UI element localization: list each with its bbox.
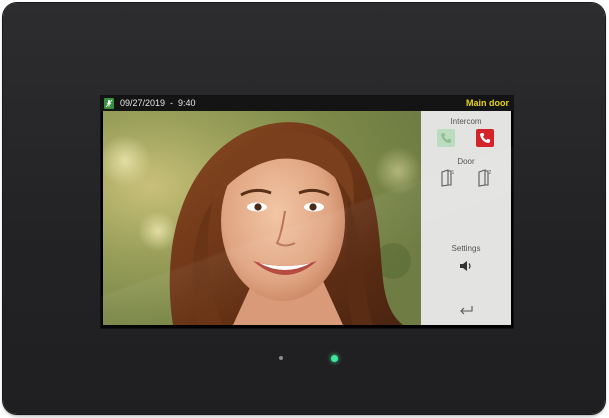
speaker-volume-icon (460, 261, 471, 271)
settings-section-title: Settings (451, 244, 481, 253)
control-panel: Intercom Door 1 2 Settings (421, 111, 511, 325)
open-door-1-button[interactable]: 1 (439, 169, 455, 187)
hang-up-button[interactable] (476, 129, 494, 147)
door-2-number: 2 (489, 170, 492, 176)
location-label: Main door (466, 98, 509, 108)
touch-screen: 09/27/2019 - 9:40 Main door Intercom Doo… (101, 96, 513, 328)
door-lock-1-icon: 1 (441, 169, 455, 187)
intercom-section-title: Intercom (450, 117, 482, 126)
microphone-mute-icon (104, 98, 114, 109)
back-button[interactable] (457, 303, 475, 317)
date-time-label: 09/27/2019 - 9:40 (120, 98, 196, 108)
camera-video-feed (103, 111, 421, 325)
phone-hangup-icon (480, 133, 490, 143)
accept-call-button[interactable] (437, 129, 455, 147)
volume-button[interactable] (457, 259, 475, 273)
door-1-number: 1 (452, 170, 455, 176)
indicator-led-off (279, 356, 283, 360)
intercom-device: 09/27/2019 - 9:40 Main door Intercom Doo… (3, 3, 605, 414)
status-led-green (331, 355, 338, 362)
open-door-2-button[interactable]: 2 (476, 169, 492, 187)
door-lock-2-icon: 2 (478, 169, 492, 187)
back-arrow-icon (460, 306, 473, 315)
status-bar: 09/27/2019 - 9:40 Main door (101, 96, 513, 111)
door-section-title: Door (457, 157, 475, 166)
phone-accept-icon (441, 133, 451, 143)
